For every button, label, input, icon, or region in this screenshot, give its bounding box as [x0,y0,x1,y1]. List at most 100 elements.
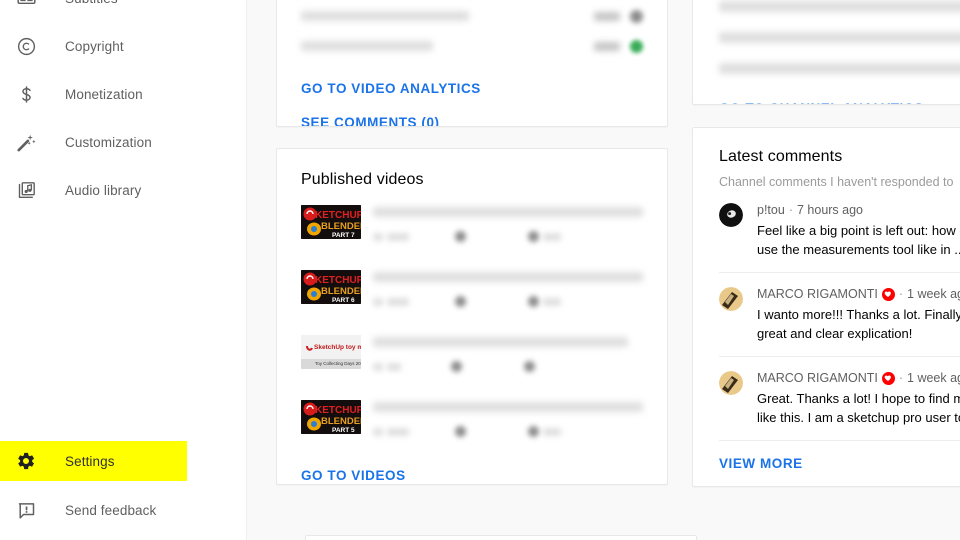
go-to-video-analytics-link[interactable]: GO TO VIDEO ANALYTICS [301,81,481,96]
youtube-studio-dashboard: Subtitles Copyright Monetization [0,0,960,540]
sidebar-item-label: Subtitles [48,0,118,6]
svg-text:KETCHUP: KETCHUP [315,275,361,286]
comment-item[interactable]: p!tou · 7 hours ago Feel like a big poin… [719,189,960,273]
stat-value [387,297,409,306]
stat-icon [528,296,539,307]
metric-value [594,41,620,51]
sidebar: Subtitles Copyright Monetization [0,0,247,540]
stat-icon [373,297,383,306]
video-title [373,272,643,282]
magic-wand-icon [16,130,48,154]
metric-row [301,31,643,61]
video-meta [361,400,643,437]
metric-value-group [594,9,643,23]
stat-icon [373,427,383,436]
video-list-item[interactable]: KETCHUP BLENDER PART 7 [301,205,643,262]
stat-icon [524,361,535,372]
video-title [373,207,643,217]
view-more-comments-link[interactable]: VIEW MORE [719,456,803,471]
comment-header: MARCO RIGAMONTI · 1 week ago [757,287,960,301]
stat-value [543,427,561,436]
feedback-icon [16,498,48,522]
sidebar-item-label: Customization [65,134,152,150]
video-thumbnail: SketchUp toy man Toy Collecting Days 201… [301,335,361,369]
svg-text:PART 7: PART 7 [332,232,355,239]
comment-timestamp: 1 week ago [907,287,960,301]
sidebar-item-label: Send feedback [65,502,157,518]
video-stats [373,296,643,307]
gear-icon [16,449,48,473]
comment-timestamp: 1 week ago [907,371,960,385]
separator: · [788,203,793,217]
svg-text:PART 6: PART 6 [332,297,355,304]
svg-text:BLENDER: BLENDER [321,286,361,297]
svg-text:PART 5: PART 5 [332,427,355,434]
stat-icon [528,426,539,437]
see-comments-link[interactable]: SEE COMMENTS (0) [301,115,440,126]
comment-header: MARCO RIGAMONTI · 1 week ago [757,371,960,385]
comment-body: MARCO RIGAMONTI · 1 week ago I wanto mor… [743,287,960,343]
video-list-item[interactable]: KETCHUP BLENDER PART 6 [301,270,643,327]
video-list-item[interactable]: KETCHUP BLENDER PART 5 [301,400,643,457]
video-title [373,337,628,347]
stat-value [387,427,409,436]
dashboard-right-column: GO TO CHANNEL ANALYTICS Latest comments … [692,0,960,487]
dashboard-left-column: GO TO VIDEO ANALYTICS SEE COMMENTS (0) P… [276,0,697,540]
avatar [719,203,743,227]
stat-value [543,297,561,306]
avatar [719,287,743,311]
comment-author: p!tou [757,203,785,217]
comment-text-line: like this. I am a sketchup pro user to [757,410,960,425]
comment-text-line: great and clear explication! [757,326,913,341]
comment-body: p!tou · 7 hours ago Feel like a big poin… [743,203,960,259]
channel-analytics-card: GO TO CHANNEL ANALYTICS [692,0,960,105]
sidebar-item-label: Copyright [65,38,124,54]
video-meta [361,335,643,372]
audio-library-icon [16,178,48,202]
sidebar-item-audio-library[interactable]: Audio library [0,170,247,210]
video-stats [373,231,643,242]
comment-item[interactable]: MARCO RIGAMONTI · 1 week ago I wanto mor… [719,273,960,357]
published-videos-title: Published videos [301,171,424,188]
dollar-icon [16,82,48,106]
subtitles-icon [16,0,48,10]
go-to-videos-link[interactable]: GO TO VIDEOS [301,468,406,483]
published-videos-card: Published videos KETCHUP BLENDER [276,148,668,485]
sidebar-item-monetization[interactable]: Monetization [0,74,247,114]
sidebar-item-settings[interactable]: Settings [0,441,187,481]
svg-text:KETCHUP: KETCHUP [315,210,361,221]
svg-text:BLENDER: BLENDER [321,416,361,427]
go-to-channel-analytics-link[interactable]: GO TO CHANNEL ANALYTICS [719,101,924,104]
sidebar-item-copyright[interactable]: Copyright [0,26,247,66]
video-stats [373,361,643,372]
stat-icon [455,426,466,437]
svg-text:BLENDER: BLENDER [321,221,361,232]
creator-heart-badge-icon [881,287,895,301]
avatar [719,371,743,395]
video-thumbnail: KETCHUP BLENDER PART 7 [301,205,361,239]
latest-comments-subtitle: Channel comments I haven't responded to [719,175,954,189]
video-meta [361,270,643,307]
separator: · [898,371,904,385]
metric-status-dot-green [630,39,643,53]
video-meta [361,205,643,242]
metric-label [301,41,433,51]
metric-status-dot [630,9,643,23]
video-list-item[interactable]: SketchUp toy man Toy Collecting Days 201… [301,335,643,392]
sidebar-item-subtitles[interactable]: Subtitles [0,0,247,18]
comment-item[interactable]: MARCO RIGAMONTI · 1 week ago Great. Than… [719,357,960,441]
analytics-text-line [719,32,960,43]
svg-text:KETCHUP: KETCHUP [315,405,361,416]
stat-icon [455,296,466,307]
creator-heart-badge-icon [881,371,895,385]
comment-text-line: I wanto more!!! Thanks a lot. Finally [757,307,960,322]
stat-icon [373,232,383,241]
sidebar-item-label: Audio library [65,182,142,198]
video-thumbnail: KETCHUP BLENDER PART 5 [301,400,361,434]
video-thumbnail: KETCHUP BLENDER PART 6 [301,270,361,304]
sidebar-item-customization[interactable]: Customization [0,122,247,162]
next-card-peek [305,535,697,540]
sidebar-item-send-feedback[interactable]: Send feedback [0,490,247,530]
stat-value [387,232,409,241]
metric-row [301,1,643,31]
